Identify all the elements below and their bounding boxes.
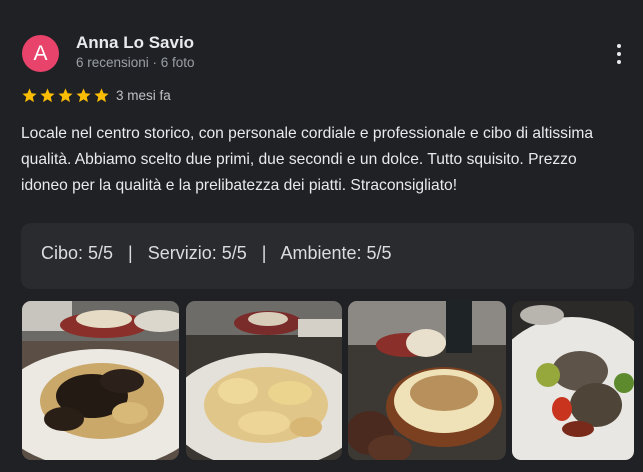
review-text: Locale nel centro storico, con personale… bbox=[21, 125, 594, 194]
star-icon bbox=[22, 88, 37, 103]
star-icon bbox=[94, 88, 109, 103]
review-photo-4[interactable] bbox=[512, 301, 634, 460]
photo-image bbox=[186, 301, 342, 460]
author-meta[interactable]: 6 recensioni · 6 foto bbox=[76, 55, 195, 70]
review-photo-3[interactable] bbox=[348, 301, 506, 460]
star-icon bbox=[40, 88, 55, 103]
ratings-breakdown: Cibo: 5/5 | Servizio: 5/5 | Ambiente: 5/… bbox=[41, 243, 392, 263]
photo-image bbox=[512, 301, 634, 460]
star-icon bbox=[76, 88, 91, 103]
more-vert-icon bbox=[617, 44, 621, 48]
more-vert-icon bbox=[617, 52, 621, 56]
ratings-summary: Cibo: 5/5 | Servizio: 5/5 | Ambiente: 5/… bbox=[21, 223, 634, 289]
review-photo-1[interactable] bbox=[22, 301, 179, 460]
more-vert-icon bbox=[617, 60, 621, 64]
author-name[interactable]: Anna Lo Savio bbox=[76, 33, 194, 53]
star-rating bbox=[21, 87, 110, 105]
review-date: 3 mesi fa bbox=[116, 88, 171, 103]
photo-image bbox=[22, 301, 179, 460]
photo-image bbox=[348, 301, 506, 460]
review-photo-2[interactable] bbox=[186, 301, 342, 460]
more-options-button[interactable] bbox=[608, 40, 630, 68]
avatar[interactable]: A bbox=[22, 35, 59, 72]
star-icon bbox=[58, 88, 73, 103]
